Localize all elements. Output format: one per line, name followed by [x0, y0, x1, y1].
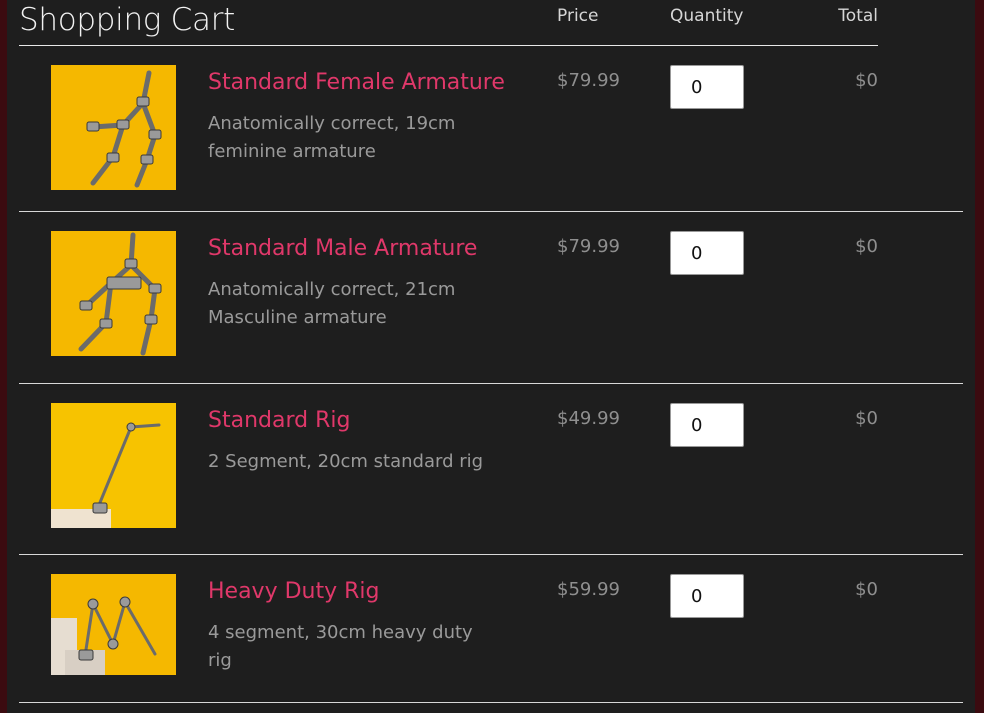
page-title: Shopping Cart [19, 2, 236, 38]
shopping-cart: Shopping Cart Price Quantity Total Stand… [19, 0, 963, 703]
product-name[interactable]: Standard Female Armature [208, 70, 505, 95]
product-price: $49.99 [557, 408, 620, 429]
price-column-header: Price [557, 6, 599, 26]
line-total: $0 [855, 579, 878, 600]
product-price: $59.99 [557, 579, 620, 600]
product-price: $79.99 [557, 236, 620, 257]
quantity-column-header: Quantity [670, 6, 744, 26]
line-total: $0 [855, 236, 878, 257]
product-description: 2 Segment, 20cm standard rig [208, 451, 484, 472]
standard-rig-image[interactable] [51, 403, 176, 528]
quantity-input[interactable] [670, 403, 744, 447]
product-name[interactable]: Standard Rig [208, 408, 350, 433]
quantity-input[interactable] [670, 65, 744, 109]
heavy-duty-rig-image[interactable] [51, 574, 176, 675]
product-name[interactable]: Standard Male Armature [208, 236, 477, 261]
product-description: 4 segment, 30cm heavy duty rig [208, 622, 473, 671]
cart-item-row: Standard Male Armature Anatomically corr… [19, 212, 963, 384]
male-armature-image[interactable] [51, 231, 176, 356]
female-armature-image[interactable] [51, 65, 176, 190]
product-description: Anatomically correct, 19cm feminine arma… [208, 113, 456, 162]
product-price: $79.99 [557, 70, 620, 91]
cart-item-row: Standard Rig 2 Segment, 20cm standard ri… [19, 384, 963, 555]
cart-item-row: Standard Female Armature Anatomically co… [19, 46, 963, 212]
product-name[interactable]: Heavy Duty Rig [208, 579, 379, 604]
cart-header: Shopping Cart Price Quantity Total [19, 0, 878, 46]
quantity-input[interactable] [670, 231, 744, 275]
page: Shopping Cart Price Quantity Total Stand… [7, 0, 975, 713]
quantity-input[interactable] [670, 574, 744, 618]
line-total: $0 [855, 408, 878, 429]
cart-item-row: Heavy Duty Rig 4 segment, 30cm heavy dut… [19, 555, 963, 703]
line-total: $0 [855, 70, 878, 91]
total-column-header: Total [838, 6, 878, 26]
product-description: Anatomically correct, 21cm Masculine arm… [208, 279, 456, 328]
